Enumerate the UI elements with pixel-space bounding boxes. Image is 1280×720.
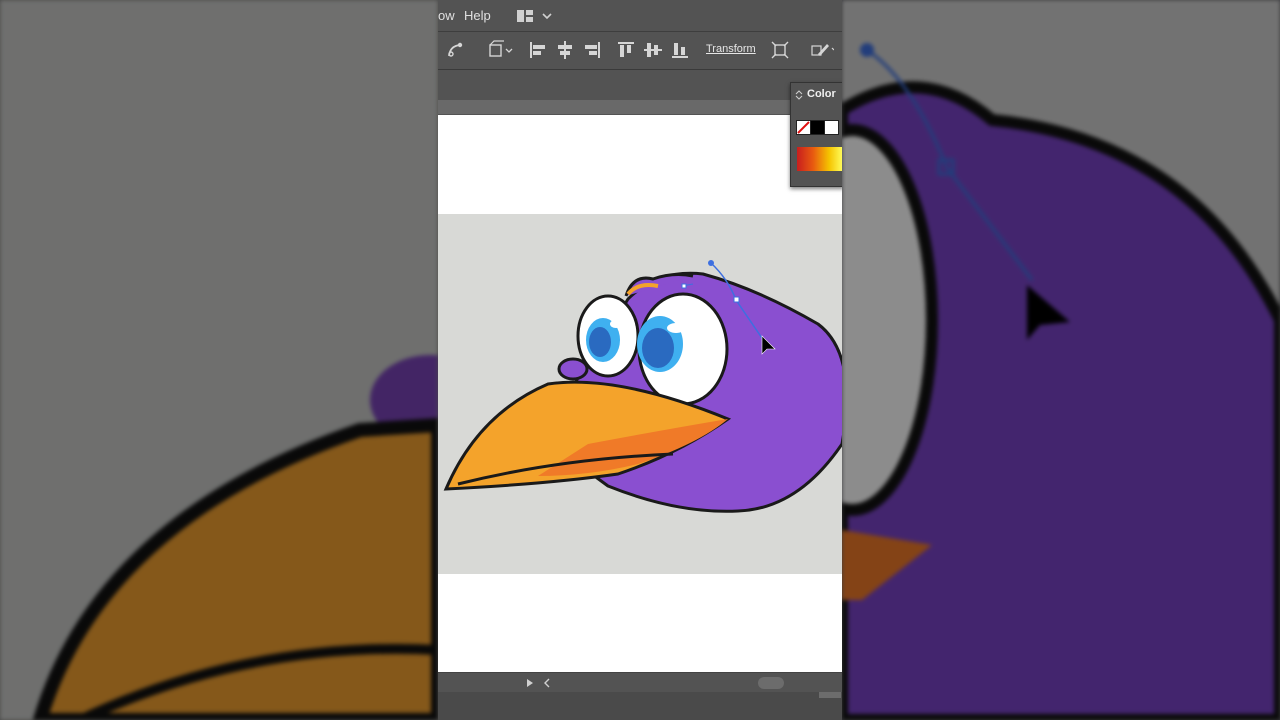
control-toolbar: Transform xyxy=(438,32,842,70)
align-right-icon[interactable] xyxy=(582,40,602,60)
expand-collapse-icon[interactable] xyxy=(795,90,803,100)
align-top-icon[interactable] xyxy=(616,40,636,60)
menu-bar: ow Help xyxy=(438,0,842,32)
recolor-icon[interactable] xyxy=(446,40,466,60)
black-swatch[interactable] xyxy=(810,120,825,135)
align-bottom-icon[interactable] xyxy=(670,40,690,60)
none-swatch[interactable] xyxy=(796,120,811,135)
background-left-blur xyxy=(0,0,438,720)
color-panel[interactable]: Color xyxy=(790,82,842,187)
bird-illustration xyxy=(438,214,842,574)
transform-box-icon[interactable] xyxy=(488,40,514,60)
white-swatch[interactable] xyxy=(824,120,839,135)
horizontal-ruler xyxy=(438,100,842,114)
workspace-layout-icon xyxy=(517,10,533,22)
align-center-icon[interactable] xyxy=(555,40,575,60)
edit-pencil-icon[interactable] xyxy=(810,40,835,60)
background-right-blur xyxy=(842,0,1280,720)
artboard[interactable] xyxy=(438,115,842,672)
color-spectrum[interactable] xyxy=(797,147,842,171)
status-bar xyxy=(438,692,842,720)
menu-item-help[interactable]: Help xyxy=(464,8,491,23)
transform-link[interactable]: Transform xyxy=(706,43,756,55)
bird-photo[interactable] xyxy=(438,214,842,574)
play-icon[interactable] xyxy=(525,678,535,688)
illustrator-window: ow Help Transform Color xyxy=(438,0,842,720)
status-scroll-thumb[interactable] xyxy=(819,692,841,698)
align-left-icon[interactable] xyxy=(528,40,548,60)
isolate-icon[interactable] xyxy=(770,40,790,60)
horizontal-scrollbar[interactable] xyxy=(438,672,842,693)
workspace-switcher[interactable] xyxy=(514,8,554,24)
options-panel-bar xyxy=(438,70,842,100)
color-panel-title: Color xyxy=(807,88,836,100)
menu-item-window[interactable]: ow xyxy=(438,8,455,23)
chevron-left-icon[interactable] xyxy=(542,678,552,688)
align-middle-icon[interactable] xyxy=(643,40,663,60)
scroll-thumb[interactable] xyxy=(758,677,784,689)
chevron-down-icon xyxy=(542,13,552,20)
